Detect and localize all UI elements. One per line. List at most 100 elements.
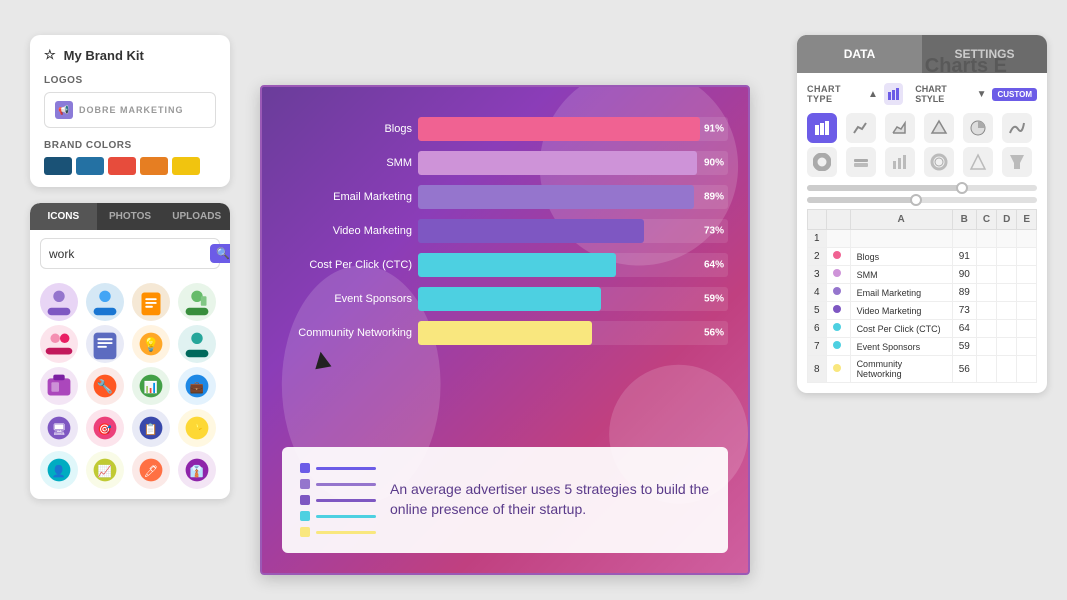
icon-item[interactable]: [40, 367, 78, 405]
row-label-cell[interactable]: [850, 230, 952, 248]
row-empty-cell[interactable]: [1017, 266, 1037, 284]
row-empty-cell[interactable]: [997, 284, 1017, 302]
row-label-cell[interactable]: Community Networking: [850, 356, 952, 383]
table-row[interactable]: 8Community Networking56: [808, 356, 1037, 383]
row-value-cell[interactable]: 64: [952, 320, 976, 338]
slider-1-row: [807, 185, 1037, 191]
chart-icon-donut[interactable]: [807, 147, 837, 177]
row-empty-cell[interactable]: [976, 302, 996, 320]
bar-label-smm: SMM: [282, 157, 412, 169]
table-row[interactable]: 5Video Marketing73: [808, 302, 1037, 320]
icon-item[interactable]: 📊: [132, 367, 170, 405]
icon-item[interactable]: 📈: [86, 451, 124, 489]
slider-2-track[interactable]: [807, 197, 1037, 203]
row-value-cell[interactable]: 56: [952, 356, 976, 383]
row-value-cell[interactable]: [952, 230, 976, 248]
icon-item[interactable]: 👤: [40, 451, 78, 489]
row-empty-cell[interactable]: [1017, 338, 1037, 356]
row-label-cell[interactable]: Email Marketing: [850, 284, 952, 302]
icon-item[interactable]: 👔: [178, 451, 216, 489]
chart-type-icon[interactable]: [884, 83, 903, 105]
row-empty-cell[interactable]: [997, 356, 1017, 383]
row-empty-cell[interactable]: [976, 356, 996, 383]
tab-photos[interactable]: PHOTOS: [97, 203, 164, 230]
chart-icon-stacked[interactable]: [846, 147, 876, 177]
slider-1-track[interactable]: [807, 185, 1037, 191]
row-empty-cell[interactable]: [997, 320, 1017, 338]
table-row[interactable]: 2Blogs91: [808, 248, 1037, 266]
slider-2-thumb[interactable]: [910, 194, 922, 206]
canvas-area[interactable]: Blogs 91% SMM 90% Email Marketing 89%: [260, 85, 750, 575]
row-empty-cell[interactable]: [997, 266, 1017, 284]
row-label-cell[interactable]: Cost Per Click (CTC): [850, 320, 952, 338]
icon-item[interactable]: [40, 283, 78, 321]
row-value-cell[interactable]: 91: [952, 248, 976, 266]
row-empty-cell[interactable]: [976, 266, 996, 284]
icon-item[interactable]: 🎯: [86, 409, 124, 447]
chart-icon-triangle[interactable]: [963, 147, 993, 177]
row-empty-cell[interactable]: [976, 230, 996, 248]
row-empty-cell[interactable]: [976, 320, 996, 338]
icon-item[interactable]: 🖥: [40, 409, 78, 447]
row-empty-cell[interactable]: [997, 338, 1017, 356]
table-row[interactable]: 4Email Marketing89: [808, 284, 1037, 302]
icon-item[interactable]: ⭐: [178, 409, 216, 447]
row-empty-cell[interactable]: [976, 248, 996, 266]
row-label-cell[interactable]: Event Sponsors: [850, 338, 952, 356]
search-button[interactable]: 🔍: [210, 244, 230, 263]
row-empty-cell[interactable]: [1017, 320, 1037, 338]
icon-item[interactable]: [178, 283, 216, 321]
icon-item[interactable]: [178, 325, 216, 363]
row-value-cell[interactable]: 73: [952, 302, 976, 320]
table-row[interactable]: 1: [808, 230, 1037, 248]
row-value-cell[interactable]: 59: [952, 338, 976, 356]
color-swatch-4[interactable]: [140, 157, 168, 175]
row-label-cell[interactable]: SMM: [850, 266, 952, 284]
row-empty-cell[interactable]: [976, 338, 996, 356]
tab-uploads[interactable]: UPLOADS: [163, 203, 230, 230]
row-empty-cell[interactable]: [997, 230, 1017, 248]
color-swatch-2[interactable]: [76, 157, 104, 175]
tab-icons[interactable]: ICONS: [30, 203, 97, 230]
table-row[interactable]: 7Event Sponsors59: [808, 338, 1037, 356]
row-empty-cell[interactable]: [1017, 230, 1037, 248]
chart-icon-ring[interactable]: [924, 147, 954, 177]
icon-item[interactable]: 🔧: [86, 367, 124, 405]
row-label-cell[interactable]: Blogs: [850, 248, 952, 266]
icon-item[interactable]: [86, 283, 124, 321]
bar-fill-blogs: [418, 117, 700, 141]
tab-data[interactable]: DATA: [797, 35, 922, 73]
row-empty-cell[interactable]: [976, 284, 996, 302]
color-swatch-3[interactable]: [108, 157, 136, 175]
chart-icon-curve[interactable]: [1002, 113, 1032, 143]
icon-item[interactable]: [40, 325, 78, 363]
slider-1-thumb[interactable]: [956, 182, 968, 194]
chart-icon-column[interactable]: [885, 147, 915, 177]
chart-icon-bar-active[interactable]: [807, 113, 837, 143]
chart-icon-area[interactable]: [885, 113, 915, 143]
row-empty-cell[interactable]: [1017, 356, 1037, 383]
table-row[interactable]: 6Cost Per Click (CTC)64: [808, 320, 1037, 338]
search-input[interactable]: [49, 247, 204, 261]
row-value-cell[interactable]: 90: [952, 266, 976, 284]
icon-item[interactable]: [132, 283, 170, 321]
icon-item[interactable]: 🖊: [132, 451, 170, 489]
chart-icon-line[interactable]: [846, 113, 876, 143]
icon-item[interactable]: 💼: [178, 367, 216, 405]
row-empty-cell[interactable]: [1017, 302, 1037, 320]
icon-item[interactable]: 📋: [132, 409, 170, 447]
row-value-cell[interactable]: 89: [952, 284, 976, 302]
row-empty-cell[interactable]: [997, 248, 1017, 266]
row-empty-cell[interactable]: [1017, 284, 1037, 302]
icon-item[interactable]: [86, 325, 124, 363]
row-label-cell[interactable]: Video Marketing: [850, 302, 952, 320]
chart-icon-mountain[interactable]: [924, 113, 954, 143]
table-row[interactable]: 3SMM90: [808, 266, 1037, 284]
chart-icon-funnel[interactable]: [1002, 147, 1032, 177]
color-swatch-1[interactable]: [44, 157, 72, 175]
row-empty-cell[interactable]: [1017, 248, 1037, 266]
icon-item[interactable]: 💡: [132, 325, 170, 363]
chart-icon-pie[interactable]: [963, 113, 993, 143]
row-empty-cell[interactable]: [997, 302, 1017, 320]
color-swatch-5[interactable]: [172, 157, 200, 175]
